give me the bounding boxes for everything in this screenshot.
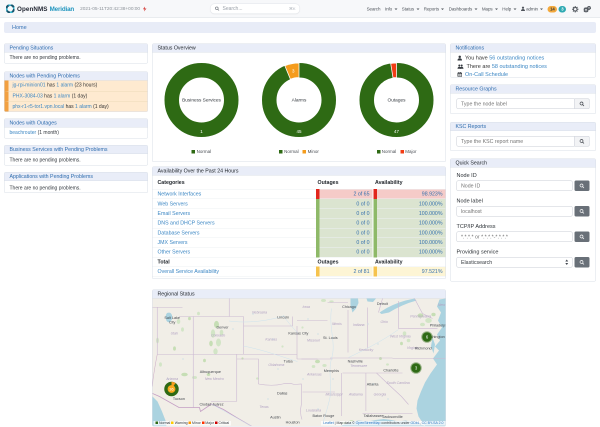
svg-text:Richmond: Richmond [415, 346, 432, 350]
svg-text:Arizona: Arizona [165, 377, 178, 381]
svg-text:Tucson: Tucson [173, 397, 185, 401]
svg-text:Indiana: Indiana [353, 323, 365, 327]
svg-text:Albuquerque: Albuquerque [200, 370, 221, 374]
svg-text:Kansas: Kansas [265, 337, 277, 341]
svg-text:Salt Lake: Salt Lake [164, 316, 180, 320]
svg-text:New York: New York [438, 303, 445, 307]
svg-text:Business Services: Business Services [182, 98, 221, 104]
svg-text:Ohio: Ohio [381, 320, 388, 324]
svg-text:Ciudad Juárez: Ciudad Juárez [199, 402, 223, 406]
svg-text:Tennessee: Tennessee [350, 364, 367, 368]
svg-text:Houston: Houston [286, 420, 300, 424]
svg-text:36: 36 [169, 387, 174, 392]
svg-text:Lincoln: Lincoln [277, 315, 289, 319]
svg-text:45: 45 [296, 129, 302, 134]
svg-text:Dallas: Dallas [277, 392, 288, 396]
svg-text:Illinois: Illinois [332, 322, 342, 326]
svg-text:Baton Rouge: Baton Rouge [312, 414, 334, 418]
svg-text:City: City [169, 320, 176, 324]
svg-text:Memphis: Memphis [324, 369, 339, 373]
svg-text:Nashville: Nashville [348, 359, 363, 363]
svg-text:Chicago: Chicago [342, 305, 356, 309]
svg-text:Colorado: Colorado [211, 334, 225, 338]
svg-text:Missouri: Missouri [307, 338, 320, 342]
svg-text:Tallahassee: Tallahassee [364, 414, 384, 418]
svg-text:Louisiana: Louisiana [306, 409, 321, 413]
svg-text:Denver: Denver [216, 326, 229, 330]
svg-text:Austin: Austin [270, 415, 280, 419]
svg-text:Alarms: Alarms [292, 98, 307, 104]
svg-text:Texas: Texas [259, 405, 268, 409]
svg-text:Alabama: Alabama [348, 392, 363, 396]
svg-text:Oklahoma: Oklahoma [268, 363, 284, 367]
svg-text:Detroit: Detroit [377, 302, 389, 306]
svg-text:South Carolina: South Carolina [387, 381, 410, 385]
svg-text:Arkansas: Arkansas [306, 372, 322, 376]
svg-text:Mississippi: Mississippi [325, 392, 342, 396]
svg-text:Utah: Utah [171, 332, 178, 336]
svg-text:Tulsa: Tulsa [284, 360, 294, 364]
svg-text:Kansas City: Kansas City [288, 332, 308, 336]
svg-text:Philadelphia: Philadelphia [430, 324, 446, 328]
svg-text:Iowa: Iowa [303, 305, 310, 309]
svg-text:Kentucky: Kentucky [359, 348, 374, 352]
svg-text:St. Louis: St. Louis [323, 336, 338, 340]
svg-text:New Mexico: New Mexico [205, 377, 224, 381]
svg-text:West Virginia: West Virginia [390, 334, 411, 338]
svg-text:Georgia: Georgia [374, 392, 387, 396]
svg-text:Jacksonville: Jacksonville [382, 415, 402, 419]
svg-text:Nebraska: Nebraska [252, 311, 267, 315]
svg-text:Outages: Outages [388, 98, 407, 104]
svg-text:Pennsylvania: Pennsylvania [410, 315, 431, 319]
svg-text:Charlotte: Charlotte [383, 368, 398, 372]
svg-text:Atlanta: Atlanta [367, 382, 380, 386]
svg-text:47: 47 [394, 129, 400, 134]
